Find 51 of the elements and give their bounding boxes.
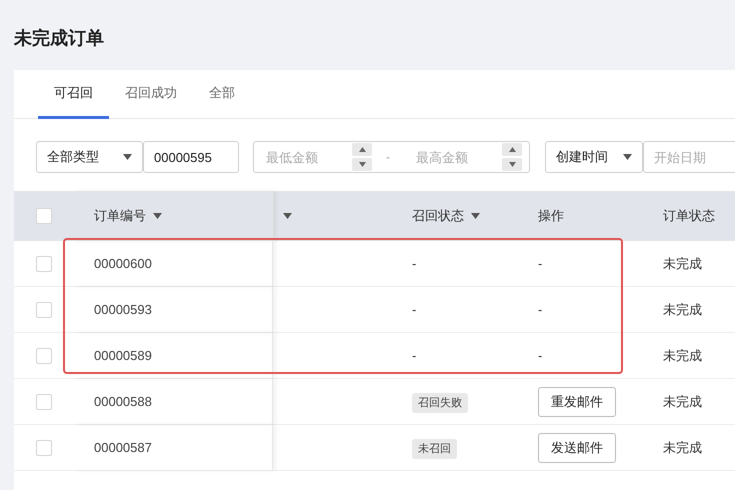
table-cell: -	[412, 302, 416, 317]
order-status: 未完成	[663, 256, 702, 270]
caret-down-icon	[358, 162, 366, 167]
status-tag: 未召回	[412, 438, 457, 458]
increment-button[interactable]	[352, 143, 372, 156]
row-checkbox[interactable]	[36, 302, 52, 318]
order-status: 未完成	[663, 348, 702, 362]
email-button[interactable]: 发送邮件	[538, 432, 616, 462]
table-cell: -	[412, 256, 416, 271]
column-header: 操作	[538, 207, 564, 225]
decrement-button[interactable]	[502, 158, 522, 171]
order-status: 未完成	[663, 394, 702, 408]
caret-up-icon	[508, 147, 516, 152]
select-all-checkbox[interactable]	[36, 208, 52, 224]
status-tag: 召回失败	[412, 392, 468, 412]
tab[interactable]: 召回成功	[109, 70, 193, 119]
decrement-button[interactable]	[352, 158, 372, 171]
tab[interactable]: 全部	[193, 70, 251, 119]
sort-caret-icon[interactable]	[283, 213, 292, 219]
type-select[interactable]: 全部类型	[36, 141, 143, 173]
caret-icon	[623, 154, 632, 160]
order-number: 00000587	[94, 440, 152, 455]
email-button[interactable]: 重发邮件	[538, 386, 616, 416]
row-checkbox[interactable]	[36, 394, 52, 410]
sort-caret-icon[interactable]	[153, 213, 162, 219]
order-number: 00000593	[94, 302, 152, 317]
row-checkbox[interactable]	[36, 256, 52, 272]
column-header: 召回状态	[412, 207, 464, 225]
table-cell: -	[538, 302, 542, 317]
column-header: 订单编号	[94, 207, 146, 225]
increment-button[interactable]	[502, 143, 522, 156]
sort-caret-icon[interactable]	[471, 213, 480, 219]
date-type-select[interactable]: 创建时间	[545, 141, 643, 173]
table-cell: -	[412, 348, 416, 363]
caret-down-icon	[508, 162, 516, 167]
order-number: 00000588	[94, 394, 152, 409]
order-status: 未完成	[663, 440, 702, 454]
tab[interactable]: 可召回	[38, 70, 109, 119]
order-number: 00000589	[94, 348, 152, 363]
column-header: 订单状态	[663, 207, 715, 225]
row-checkbox[interactable]	[36, 440, 52, 456]
row-checkbox[interactable]	[36, 348, 52, 364]
table-cell: -	[538, 348, 542, 363]
table-cell: -	[538, 256, 542, 271]
order-number-field[interactable]: 00000595	[143, 141, 239, 173]
order-status: 未完成	[663, 302, 702, 316]
caret-up-icon	[358, 147, 366, 152]
caret-icon	[123, 154, 132, 160]
order-number: 00000600	[94, 256, 152, 271]
range-separator: -	[385, 150, 391, 164]
start-date-field[interactable]: 开始日期	[643, 141, 735, 173]
